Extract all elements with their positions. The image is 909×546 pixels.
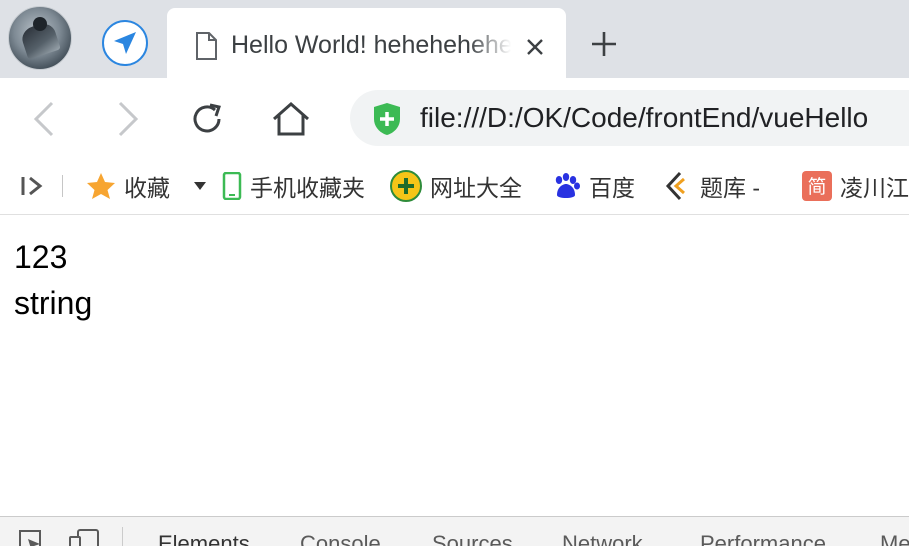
address-bar[interactable]: file:///D:/OK/Code/frontEnd/vueHello	[350, 90, 909, 146]
new-tab-icon[interactable]	[586, 26, 622, 62]
bookmark-label: 题库 -	[700, 175, 761, 201]
devtools-tab-performance[interactable]: Performance	[700, 531, 826, 546]
close-tab-icon[interactable]	[522, 34, 548, 60]
active-tab[interactable]: Hello World! hehehehehe	[167, 8, 566, 78]
bookmarks-separator	[62, 175, 63, 197]
inspect-element-icon[interactable]	[18, 529, 44, 546]
bookmark-baidu[interactable]: 百度	[551, 158, 635, 214]
reload-icon[interactable]	[184, 96, 230, 142]
toolbar: file:///D:/OK/Code/frontEnd/vueHello	[0, 78, 909, 158]
phone-icon	[222, 172, 242, 200]
tab-title: Hello World! hehehehehe	[231, 31, 511, 59]
bookmark-label: 百度	[589, 175, 635, 201]
bookmark-dropdown-icon[interactable]	[194, 158, 206, 214]
bookmark-question-bank[interactable]: 题库 -	[664, 158, 760, 214]
bookmark-label: 网址大全	[430, 175, 522, 201]
star-icon	[86, 172, 116, 200]
url-text: file:///D:/OK/Code/frontEnd/vueHello	[420, 102, 869, 133]
bookmark-label: 手机收藏夹	[250, 175, 365, 201]
forward-icon[interactable]	[104, 96, 150, 142]
bookmark-label: 收藏	[124, 175, 170, 201]
avatar-head	[33, 17, 47, 31]
bookmark-mobile[interactable]: 手机收藏夹	[222, 158, 365, 214]
bookmark-label: 凌川江	[840, 175, 909, 201]
navigation-arrow-icon[interactable]	[102, 20, 148, 66]
back-icon[interactable]	[22, 96, 68, 142]
jianshu-icon: 简	[802, 171, 832, 201]
svg-text:简: 简	[807, 176, 826, 198]
tab-strip: Hello World! hehehehehe	[0, 0, 909, 78]
baidu-paw-icon	[551, 171, 581, 201]
content-line-string: string	[14, 285, 93, 321]
bookmarks-bar: 收藏 手机收藏夹 网址大全 百度 题库 - 简 凌川江	[0, 158, 909, 215]
devtools-tab-memory[interactable]: Memory	[880, 531, 909, 546]
page-content: 123 string	[14, 234, 92, 326]
content-line-number: 123	[14, 239, 68, 275]
secure-shield-icon	[372, 102, 402, 141]
bookmark-jianshu[interactable]: 简 凌川江	[802, 158, 909, 214]
devtools-tab-elements[interactable]: Elements	[158, 531, 250, 546]
bookmark-directory[interactable]: 网址大全	[390, 158, 522, 214]
devtools-panel: Elements Console Sources Network Perform…	[0, 516, 909, 546]
bookmark-favorites[interactable]: 收藏	[86, 158, 170, 214]
question-bank-icon	[664, 171, 692, 201]
sidebar-toggle-icon[interactable]	[20, 158, 44, 214]
directory-icon	[390, 170, 422, 202]
devtools-tab-console[interactable]: Console	[300, 531, 381, 546]
page-icon	[195, 32, 217, 65]
devtools-tab-sources[interactable]: Sources	[432, 531, 513, 546]
device-toolbar-icon[interactable]	[68, 529, 100, 546]
devtools-separator	[122, 527, 123, 546]
devtools-tab-network[interactable]: Network	[562, 531, 643, 546]
profile-avatar[interactable]	[8, 6, 72, 70]
home-icon[interactable]	[268, 96, 314, 142]
